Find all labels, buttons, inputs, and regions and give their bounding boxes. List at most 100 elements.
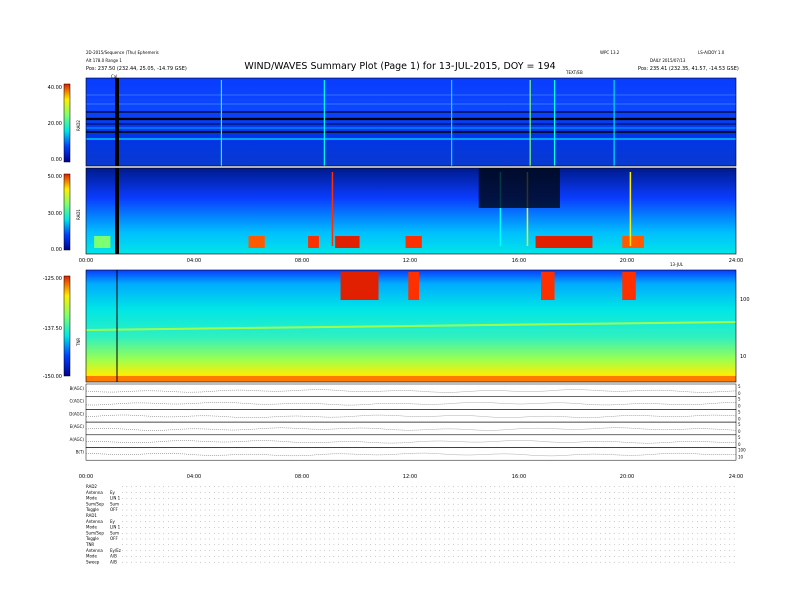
- rad1-xtick-1: 04:00: [187, 258, 201, 264]
- rad2-colorbar: [63, 83, 71, 163]
- page-title: WIND/WAVES Summary Plot (Page 1) for 13-…: [244, 61, 555, 72]
- status-value: OFF: [110, 536, 118, 541]
- bottom-xaxis: 00:00 04:00 08:00 12:00 16:00 20:00 24:0…: [79, 474, 743, 480]
- status-label: Sum/Sep: [86, 530, 104, 535]
- status-label: Antenna: [86, 548, 103, 553]
- param-panel-right-tick: 5: [738, 422, 741, 427]
- tnr-right-tick-1: 10: [740, 354, 746, 360]
- status-label: Toggle: [85, 507, 99, 512]
- status-value: A/B: [110, 554, 117, 559]
- status-label: TNR: [85, 542, 94, 547]
- rad1-colorbar: [63, 173, 71, 251]
- rad2-ylabel: RAD2: [76, 120, 81, 131]
- param-trace: [85, 452, 737, 457]
- tnr-burst: [541, 272, 555, 300]
- bottom-xtick-4: 16:00: [512, 474, 526, 480]
- header-left-line3: Pos: 237.50 (232.44, 25.05, -14.79 GSE): [86, 66, 187, 72]
- rad2-ytick-0: 40.00: [48, 85, 62, 91]
- status-value: Sum: [110, 530, 119, 535]
- header: 2D-2015/Sequence (Thu) Ephemeris Alt 178…: [86, 50, 739, 79]
- status-label: Toggle: [85, 536, 99, 541]
- rad1-xtick-2: 08:00: [295, 258, 309, 264]
- param-panel-label: B(AGC): [70, 386, 85, 391]
- param-panel-label: E(AGC): [70, 424, 85, 429]
- tnr-ytick-2: -150.00: [43, 374, 62, 380]
- param-panel-right-tick: 0: [738, 429, 741, 434]
- tnr-colorbar: [63, 275, 71, 377]
- rad2-ytick-1: 20.00: [48, 121, 62, 127]
- bottom-xtick-2: 08:00: [295, 474, 309, 480]
- param-panel-frame: [85, 447, 737, 461]
- status-label: RAD1: [86, 513, 97, 518]
- param-panel-right-tick: 0: [738, 391, 741, 396]
- status-value: A/B: [110, 559, 117, 564]
- status-value: Ey: [110, 490, 116, 495]
- param-panel-label: C(AGC): [70, 399, 85, 404]
- status-label: Mode: [86, 496, 97, 501]
- tnr-ytick-0: -125.00: [43, 276, 62, 282]
- parameter-panels: B(AGC) 50C(AGC) 50D(AGC) 50E(AGC) 50A(AGC) 50…: [69, 383, 746, 461]
- param-trace: [85, 414, 737, 419]
- status-value: LIN 1: [110, 525, 121, 530]
- status-label: Mode: [86, 554, 97, 559]
- param-panel-right-tick: 5: [738, 409, 741, 414]
- rad1-ylabel: RAD1: [76, 209, 81, 220]
- param-panel-frame: [85, 396, 737, 410]
- rad1-xtick-5: 20:00: [620, 258, 634, 264]
- param-panel-right-tick: 5: [738, 384, 741, 389]
- status-value: LIN 1: [110, 496, 121, 501]
- rad1-panel: 50.00 30.00 0.00 RAD1 00:00 04:00 08:00 …: [48, 167, 743, 267]
- rad1-cal-gap: [115, 168, 119, 254]
- status-label: Mode: [86, 525, 97, 530]
- status-value: OFF: [110, 507, 118, 512]
- bottom-xtick-3: 12:00: [403, 474, 417, 480]
- rad1-x-end-label: 13-JUL: [670, 262, 684, 267]
- bottom-xtick-6: 24:00: [729, 474, 743, 480]
- status-value: Ey: [110, 519, 116, 524]
- status-label: Antenna: [86, 519, 103, 524]
- rad1-ytick-0: 50.00: [48, 174, 62, 180]
- param-panel-frame: [85, 409, 737, 423]
- param-panel-right-tick: 5: [738, 435, 741, 440]
- status-label: RAD2: [86, 484, 97, 489]
- bottom-xtick-1: 04:00: [187, 474, 201, 480]
- param-panel-right-tick: 0: [738, 404, 741, 409]
- rad1-ytick-1: 30.00: [48, 211, 62, 217]
- param-trace: [85, 402, 736, 406]
- rad1-xtick-3: 12:00: [403, 258, 417, 264]
- param-panel-frame: [85, 434, 737, 448]
- rad1-xaxis: 00:00 04:00 08:00 12:00 16:00 20:00 24:0…: [79, 258, 743, 267]
- status-label: Antenna: [86, 490, 103, 495]
- rad1-burst: [405, 236, 422, 248]
- rad2-ytick-2: 0.00: [51, 157, 62, 163]
- tnr-burst: [622, 272, 636, 300]
- param-panel-frame: [85, 421, 737, 436]
- status-value: Sum: [110, 501, 119, 506]
- tnr-low-band: [86, 376, 736, 382]
- header-right-line2: DAILY 2015/07/13: [650, 58, 686, 63]
- bottom-xtick-0: 00:00: [79, 474, 93, 480]
- header-right-line1: WPC 13.2: [600, 50, 620, 55]
- rad1-burst: [308, 236, 319, 248]
- rad1-xtick-6: 24:00: [729, 258, 743, 264]
- tnr-right-tick-0: 100: [740, 297, 750, 303]
- status-label: Sweep: [86, 559, 100, 564]
- rad1-burst: [622, 236, 644, 248]
- rad2-panel: 40.00 20.00 0.00 RAD2: [48, 77, 737, 167]
- rad2-spectrogram: [86, 78, 736, 166]
- rad1-xtick-4: 16:00: [512, 258, 526, 264]
- tnr-panel: -125.00 -137.50 -150.00 TNR 100 10: [43, 269, 750, 383]
- header-right-corner: LS-A/DOY 1.0: [698, 50, 725, 55]
- rad1-ytick-2: 0.00: [51, 247, 62, 253]
- rad1-burst: [94, 236, 111, 248]
- rad1-burst: [248, 236, 265, 248]
- tnr-burst: [408, 272, 420, 300]
- param-trace: [85, 389, 737, 393]
- param-trace: [85, 427, 737, 431]
- bottom-xtick-5: 20:00: [620, 474, 634, 480]
- rad1-dark-region: [478, 168, 560, 208]
- param-trace: [85, 440, 737, 444]
- param-panel-label: D(AGC): [69, 411, 84, 416]
- param-panel-label: A(AGC): [70, 437, 85, 442]
- param-panel-frame: [85, 383, 737, 397]
